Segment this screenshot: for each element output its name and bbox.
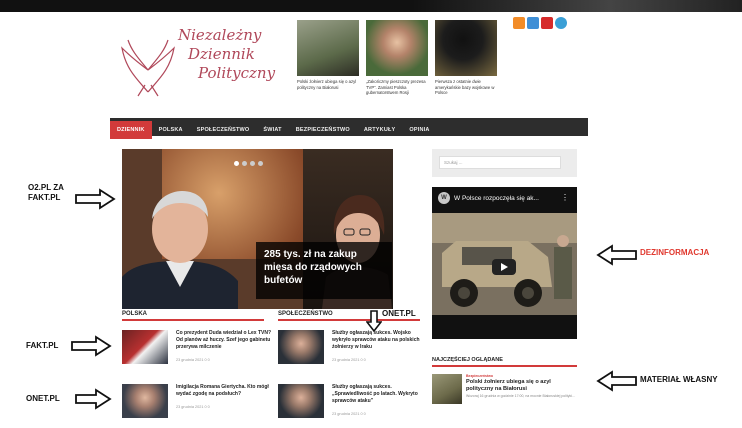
most-watched-category[interactable]: Bezpieczeństwo	[466, 374, 493, 378]
youtube-icon[interactable]	[541, 17, 553, 29]
video-embed[interactable]: W W Polsce rozpoczęła się ak... ⋮	[432, 187, 577, 339]
nav-item-artykuly[interactable]: ARTYKUŁY	[357, 121, 403, 139]
annotation-dezinformacja: DEZINFORMACJA	[640, 248, 710, 257]
arrow-right-icon	[71, 335, 112, 357]
main-nav: DZIENNIK POLSKA SPOŁECZEŃSTWO ŚWIAT BEZPIECZ…	[110, 118, 588, 139]
arrow-left-icon	[596, 244, 637, 266]
hero-slider[interactable]: 285 tys. zł na zakup mięsa do rządowych …	[122, 149, 393, 309]
annotation-onet-top: ONET.PL	[382, 309, 416, 318]
search-input[interactable]: Szukaj ...	[439, 156, 561, 169]
top-thumbnails: Polski żołnierz ubiega się o azyl polity…	[297, 20, 497, 108]
channel-avatar[interactable]: W	[438, 192, 450, 204]
post-image[interactable]	[278, 330, 324, 364]
nav-item-polska[interactable]: POLSKA	[152, 121, 190, 139]
logo-line-2: Dziennik	[188, 45, 255, 63]
section-underline-polska	[122, 319, 264, 321]
most-watched-post-desc: Wczoraj 16 grudnia w godzinie 17:00, na …	[466, 394, 576, 398]
logo-line-3: Polityczny	[198, 64, 276, 82]
list-item[interactable]: Służby ogłaszają sukces. Wojsko wykryło …	[278, 330, 428, 366]
nav-item-spoleczenstwo[interactable]: SPOŁECZEŃSTWO	[190, 121, 257, 139]
top-dark-band	[0, 0, 742, 12]
nav-item-dziennik[interactable]: DZIENNIK	[110, 121, 152, 139]
post-meta: 23 grudnia 2021 0 0	[332, 412, 366, 416]
logo-line-1: Niezależny	[178, 26, 262, 44]
arrow-left-icon	[596, 370, 637, 392]
post-title[interactable]: Służby ogłaszają sukces. „Sprawiedliwość…	[332, 384, 428, 404]
most-watched-post-title[interactable]: Polski żołnierz ubiega się o azyl polity…	[466, 379, 578, 393]
section-underline-spoleczenstwo	[278, 319, 420, 321]
annotation-o2: O2.PL ZA FAKT.PL	[28, 183, 64, 202]
nav-item-swiat[interactable]: ŚWIAT	[256, 121, 288, 139]
logo-wordmark: Niezależny Dziennik Polityczny	[178, 26, 275, 83]
top-post-2-caption[interactable]: „Zakończmy pieszczoty prezesa TVP”. Zami…	[366, 79, 428, 96]
slider-dot-2[interactable]	[241, 161, 247, 166]
top-post-2-image[interactable]	[366, 20, 428, 76]
most-watched-title: NAJCZĘŚCIEJ OGLĄDANE	[432, 357, 503, 363]
post-image[interactable]	[278, 384, 324, 418]
top-post-1-image[interactable]	[297, 20, 359, 76]
arrow-down-icon	[366, 310, 382, 332]
telegram-icon[interactable]	[555, 17, 567, 29]
top-post-1-caption[interactable]: Polski żołnierz ubiega się o azyl polity…	[297, 79, 359, 90]
annotation-material-wlasny: MATERIAŁ WŁASNY	[640, 375, 718, 384]
most-watched-image[interactable]	[432, 374, 462, 404]
slider-dot-4[interactable]	[257, 161, 263, 166]
post-image[interactable]	[122, 330, 168, 364]
hero-headline[interactable]: 285 tys. zł na zakup mięsa do rządowych …	[256, 242, 392, 299]
top-post-1[interactable]: Polski żołnierz ubiega się o azyl polity…	[297, 20, 359, 90]
section-title-polska[interactable]: POLSKA	[122, 311, 147, 317]
website-screenshot: Niezależny Dziennik Polityczny Polski żo…	[110, 12, 588, 428]
nav-item-opinia[interactable]: OPINIA	[402, 121, 436, 139]
top-post-3[interactable]: Pierwsza z ostatnie dwie amerykańskie ba…	[435, 20, 497, 96]
list-item[interactable]: Służby ogłaszają sukces. „Sprawiedliwość…	[278, 384, 428, 420]
arrow-right-icon	[75, 388, 112, 410]
social-icons	[513, 16, 569, 30]
post-image[interactable]	[122, 384, 168, 418]
slider-dot-1[interactable]	[233, 161, 239, 166]
list-item[interactable]: Imigilacja Romana Giertycha. Kto mógł wy…	[122, 384, 272, 420]
slider-dots	[232, 153, 264, 171]
nav-item-bezpieczenstwo[interactable]: BEZPIECZEŃSTWO	[289, 121, 357, 139]
twitter-icon[interactable]	[527, 17, 539, 29]
post-meta: 23 grudnia 2021 0 0	[332, 358, 366, 362]
top-post-3-caption[interactable]: Pierwsza z ostatnie dwie amerykańskie ba…	[435, 79, 497, 96]
site-logo[interactable]: Niezależny Dziennik Polityczny	[118, 20, 288, 115]
section-title-spoleczenstwo[interactable]: SPOŁECZEŃSTWO	[278, 311, 333, 317]
post-meta: 23 grudnia 2021 0 0	[176, 405, 210, 409]
annotation-onet-bottom: ONET.PL	[26, 394, 60, 403]
rss-icon[interactable]	[513, 17, 525, 29]
hero-man-figure	[122, 191, 238, 309]
arrow-right-icon	[75, 188, 116, 210]
most-watched-post[interactable]: Bezpieczeństwo Polski żołnierz ubiega si…	[432, 374, 582, 414]
sidebar-search: Szukaj ...	[432, 149, 577, 177]
wings-logo-icon	[121, 39, 175, 97]
top-post-3-image[interactable]	[435, 20, 497, 76]
post-title[interactable]: Służby ogłaszają sukces. Wojsko wykryło …	[332, 330, 428, 350]
most-watched-underline	[432, 365, 577, 367]
post-title[interactable]: Imigilacja Romana Giertycha. Kto mógł wy…	[176, 384, 272, 398]
video-title[interactable]: W Polsce rozpoczęła się ak...	[454, 195, 539, 202]
post-meta: 23 grudnia 2021 0 0	[176, 358, 210, 362]
list-item[interactable]: Co prezydent Duda wiedział o Lex TVN? Od…	[122, 330, 272, 366]
play-button-icon[interactable]	[492, 259, 516, 275]
top-post-2[interactable]: „Zakończmy pieszczoty prezesa TVP”. Zami…	[366, 20, 428, 96]
more-options-icon[interactable]: ⋮	[561, 193, 569, 202]
slider-dot-3[interactable]	[249, 161, 255, 166]
post-title[interactable]: Co prezydent Duda wiedział o Lex TVN? Od…	[176, 330, 272, 350]
annotation-fakt: FAKT.PL	[26, 341, 59, 350]
channel-avatar-letter: W	[441, 195, 447, 201]
